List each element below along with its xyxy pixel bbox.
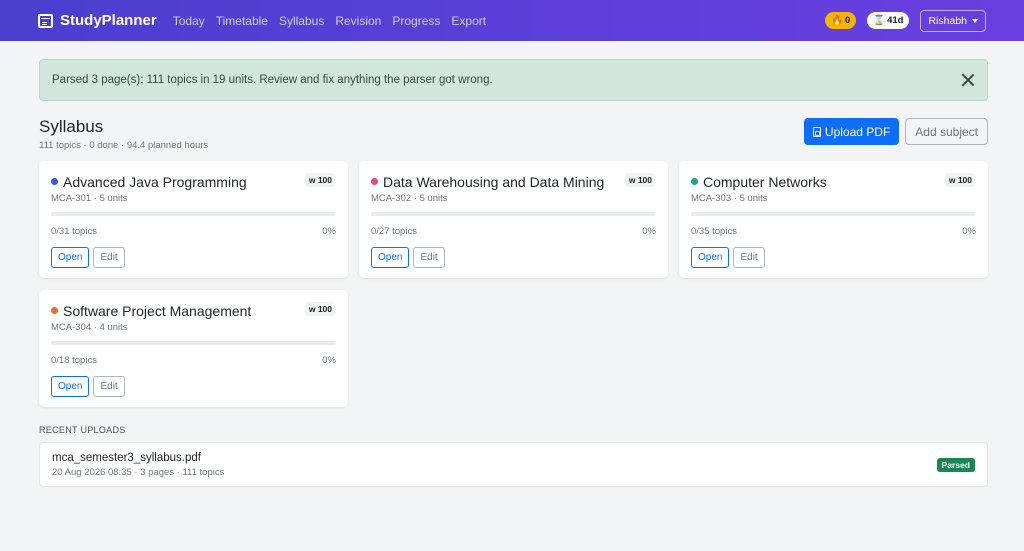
progress-row: 0/35 topics 0% — [691, 226, 976, 237]
progress-bar — [691, 212, 976, 216]
progress-row: 0/18 topics 0% — [51, 355, 336, 366]
subject-name: Data Warehousing and Data Mining — [383, 174, 605, 190]
subject-card-header: Data Warehousing and Data Mining w 100 — [371, 173, 656, 191]
progress-percent: 0% — [322, 226, 336, 237]
weight-badge: w 100 — [624, 173, 656, 187]
countdown-value: 41d — [887, 15, 904, 26]
nav-link-progress[interactable]: Progress — [392, 14, 440, 28]
parse-alert: Parsed 3 page(s): 111 topics in 19 units… — [39, 59, 988, 101]
alert-message: Parsed 3 page(s): 111 topics in 19 units… — [52, 74, 493, 86]
nav-link-revision[interactable]: Revision — [335, 14, 381, 28]
status-badge: Parsed — [936, 457, 975, 472]
progress-row: 0/27 topics 0% — [371, 226, 656, 237]
countdown-badge: ⌛ 41d — [867, 12, 910, 29]
nav-right: 🔥 0 ⌛ 41d Rishabh — [825, 9, 986, 32]
page-title: Syllabus — [39, 117, 104, 136]
page-header: Syllabus 111 topics · 0 done · 94.4 plan… — [39, 117, 988, 151]
recent-uploads-heading: RECENT UPLOADS — [39, 425, 126, 435]
card-actions: Open Edit — [691, 247, 976, 268]
upload-pdf-button[interactable]: Upload PDF — [803, 118, 900, 145]
edit-button[interactable]: Edit — [733, 247, 765, 268]
subject-grid: Advanced Java Programming w 100 MCA-301 … — [39, 161, 988, 407]
progress-row: 0/31 topics 0% — [51, 226, 336, 237]
card-actions: Open Edit — [51, 247, 336, 268]
subject-meta: MCA-302 · 5 units — [371, 193, 448, 204]
nav-link-today[interactable]: Today — [173, 14, 205, 28]
subject-name: Advanced Java Programming — [63, 174, 247, 190]
nav-link-export[interactable]: Export — [451, 14, 486, 28]
subject-meta: MCA-303 · 5 units — [691, 193, 768, 204]
user-name: Rishabh — [928, 14, 967, 27]
progress-bar — [371, 212, 656, 216]
weight-badge: w 100 — [944, 173, 976, 187]
progress-percent: 0% — [962, 226, 976, 237]
topics-count: 0/18 topics — [51, 355, 97, 366]
chevron-down-icon — [972, 18, 978, 23]
edit-button[interactable]: Edit — [93, 376, 125, 397]
weight-badge: w 100 — [304, 302, 336, 316]
top-navbar: StudyPlanner Today Timetable Syllabus Re… — [0, 0, 1024, 41]
streak-count: 0 — [844, 15, 851, 26]
nav-links: Today Timetable Syllabus Revision Progre… — [173, 14, 486, 28]
topics-count: 0/27 topics — [371, 226, 417, 237]
subject-meta: MCA-304 · 4 units — [51, 322, 128, 333]
subject-meta: MCA-301 · 5 units — [51, 193, 128, 204]
subject-card: Advanced Java Programming w 100 MCA-301 … — [39, 161, 348, 278]
upload-meta: 20 Aug 2026 08:35 · 3 pages · 111 topics — [52, 466, 225, 478]
upload-info: mca_semester3_syllabus.pdf 20 Aug 2026 0… — [52, 452, 224, 478]
subject-color-dot — [51, 307, 58, 314]
upload-list-item[interactable]: mca_semester3_syllabus.pdf 20 Aug 2026 0… — [39, 442, 988, 487]
subject-color-dot — [51, 178, 58, 185]
open-button[interactable]: Open — [51, 376, 90, 397]
subject-color-dot — [371, 178, 378, 185]
calendar-icon — [38, 13, 53, 28]
weight-badge: w 100 — [304, 173, 336, 187]
user-menu-button[interactable]: Rishabh — [920, 9, 986, 32]
brand[interactable]: StudyPlanner — [38, 12, 157, 29]
progress-bar — [51, 341, 336, 345]
subject-name: Computer Networks — [703, 174, 827, 190]
progress-percent: 0% — [642, 226, 656, 237]
progress-percent: 0% — [322, 355, 336, 366]
subject-card: Computer Networks w 100 MCA-303 · 5 unit… — [679, 161, 988, 278]
card-actions: Open Edit — [51, 376, 336, 397]
page-stats: 111 topics · 0 done · 94.4 planned hours — [39, 140, 209, 151]
subject-card-header: Software Project Management w 100 — [51, 302, 336, 320]
hourglass-icon: ⌛ — [873, 15, 886, 26]
subject-title-wrap: Software Project Management — [51, 302, 259, 320]
subject-title-wrap: Computer Networks — [691, 173, 835, 191]
page-heading: Syllabus 111 topics · 0 done · 94.4 plan… — [39, 117, 208, 151]
topics-count: 0/35 topics — [691, 226, 737, 237]
subject-color-dot — [691, 178, 698, 185]
edit-button[interactable]: Edit — [413, 247, 445, 268]
open-button[interactable]: Open — [371, 247, 410, 268]
streak-badge: 🔥 0 — [825, 12, 857, 29]
main-content: Parsed 3 page(s): 111 topics in 19 units… — [0, 41, 1024, 487]
subject-card: Software Project Management w 100 MCA-30… — [39, 290, 348, 407]
subject-name: Software Project Management — [63, 303, 252, 319]
subject-title-wrap: Data Warehousing and Data Mining — [371, 173, 612, 191]
card-actions: Open Edit — [371, 247, 656, 268]
flame-icon: 🔥 — [831, 15, 843, 26]
nav-link-timetable[interactable]: Timetable — [216, 14, 268, 28]
subject-title-wrap: Advanced Java Programming — [51, 173, 255, 191]
nav-link-syllabus[interactable]: Syllabus — [279, 14, 324, 28]
add-subject-button[interactable]: Add subject — [905, 118, 988, 145]
edit-button[interactable]: Edit — [93, 247, 125, 268]
subject-card-header: Advanced Java Programming w 100 — [51, 173, 336, 191]
brand-name: StudyPlanner — [60, 12, 157, 29]
upload-pdf-label: Upload PDF — [824, 124, 891, 139]
topics-count: 0/31 topics — [51, 226, 97, 237]
progress-bar — [51, 212, 336, 216]
open-button[interactable]: Open — [51, 247, 90, 268]
header-actions: Upload PDF Add subject — [803, 117, 988, 145]
subject-card: Data Warehousing and Data Mining w 100 M… — [359, 161, 668, 278]
close-icon[interactable] — [961, 73, 975, 87]
subject-card-header: Computer Networks w 100 — [691, 173, 976, 191]
upload-filename: mca_semester3_syllabus.pdf — [52, 451, 201, 464]
pdf-file-icon — [812, 126, 821, 137]
open-button[interactable]: Open — [691, 247, 730, 268]
